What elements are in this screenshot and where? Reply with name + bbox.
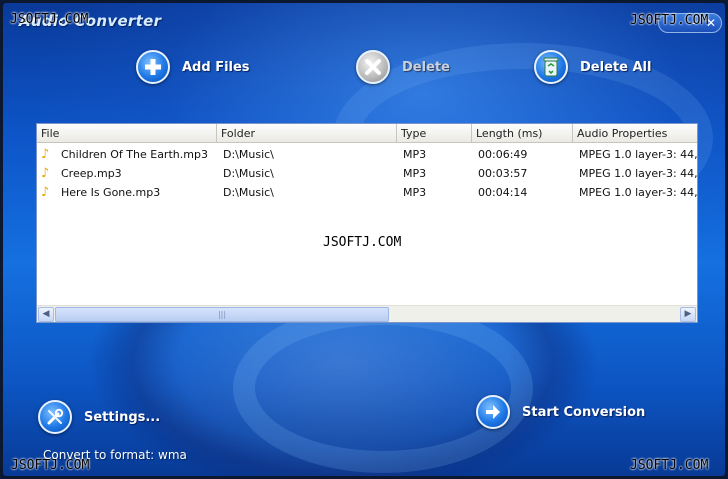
delete-button[interactable]: Delete bbox=[356, 50, 450, 84]
list-header: File Folder Type Length (ms) Audio Prope… bbox=[37, 124, 697, 143]
close-x-icon bbox=[356, 50, 390, 84]
watermark: JSOFTJ.COM bbox=[630, 458, 709, 473]
delete-label: Delete bbox=[402, 59, 450, 75]
column-header-folder[interactable]: Folder bbox=[217, 124, 397, 143]
scrollbar-thumb[interactable]: ||| bbox=[55, 307, 389, 322]
cell-folder: D:\Music\ bbox=[223, 148, 274, 161]
table-row[interactable]: ♪ Creep.mp3 D:\Music\ MP3 00:03:57 MPEG … bbox=[37, 164, 697, 183]
cell-folder: D:\Music\ bbox=[223, 167, 274, 180]
music-note-icon: ♪ bbox=[41, 166, 50, 181]
title-bar[interactable]: Audio Converter – ✕ bbox=[3, 3, 725, 33]
cell-type: MP3 bbox=[403, 148, 427, 161]
settings-label: Settings... bbox=[84, 409, 161, 425]
watermark: JSOFTJ.COM bbox=[630, 13, 709, 28]
add-files-button[interactable]: Add Files bbox=[136, 50, 250, 84]
add-files-label: Add Files bbox=[182, 59, 250, 75]
watermark: JSOFTJ.COM bbox=[11, 458, 90, 473]
horizontal-scrollbar[interactable]: ◀ ||| ▶ bbox=[37, 305, 697, 322]
table-row[interactable]: ♪ Children Of The Earth.mp3 D:\Music\ MP… bbox=[37, 145, 697, 164]
scroll-right-icon[interactable]: ▶ bbox=[680, 307, 696, 322]
column-header-type[interactable]: Type bbox=[397, 124, 472, 143]
cell-length: 00:03:57 bbox=[478, 167, 528, 180]
cell-length: 00:06:49 bbox=[478, 148, 528, 161]
cell-file: Creep.mp3 bbox=[61, 167, 122, 180]
recycle-bin-icon bbox=[534, 50, 568, 84]
cell-length: 00:04:14 bbox=[478, 186, 528, 199]
cell-file: Here Is Gone.mp3 bbox=[61, 186, 161, 199]
column-header-file[interactable]: File bbox=[37, 124, 217, 143]
start-conversion-button[interactable]: Start Conversion bbox=[476, 395, 645, 429]
column-header-length[interactable]: Length (ms) bbox=[472, 124, 573, 143]
cell-type: MP3 bbox=[403, 186, 427, 199]
cell-folder: D:\Music\ bbox=[223, 186, 274, 199]
cell-file: Children Of The Earth.mp3 bbox=[61, 148, 208, 161]
settings-button[interactable]: Settings... bbox=[38, 400, 160, 434]
background-swirl bbox=[233, 303, 533, 473]
music-note-icon: ♪ bbox=[41, 147, 50, 162]
delete-all-button[interactable]: Delete All bbox=[534, 50, 651, 84]
plus-icon bbox=[136, 50, 170, 84]
cell-type: MP3 bbox=[403, 167, 427, 180]
delete-all-label: Delete All bbox=[580, 59, 652, 75]
cell-audio-properties: MPEG 1.0 layer-3: 44,100 bbox=[579, 148, 697, 161]
start-conversion-label: Start Conversion bbox=[522, 404, 646, 420]
arrow-right-icon bbox=[476, 395, 510, 429]
music-note-icon: ♪ bbox=[41, 185, 50, 200]
cell-audio-properties: MPEG 1.0 layer-3: 44,100 bbox=[579, 167, 697, 180]
app-window: Audio Converter – ✕ JSOFTJ.COM JSOFTJ.CO… bbox=[0, 0, 728, 479]
wrench-screwdriver-icon bbox=[38, 400, 72, 434]
watermark: JSOFTJ.COM bbox=[323, 235, 402, 250]
watermark: JSOFTJ.COM bbox=[10, 12, 89, 27]
cell-audio-properties: MPEG 1.0 layer-3: 44,100 bbox=[579, 186, 697, 199]
file-list[interactable]: File Folder Type Length (ms) Audio Prope… bbox=[36, 123, 698, 323]
table-row[interactable]: ♪ Here Is Gone.mp3 D:\Music\ MP3 00:04:1… bbox=[37, 183, 697, 202]
column-header-audio-properties[interactable]: Audio Properties bbox=[573, 124, 697, 143]
scroll-left-icon[interactable]: ◀ bbox=[38, 307, 54, 322]
